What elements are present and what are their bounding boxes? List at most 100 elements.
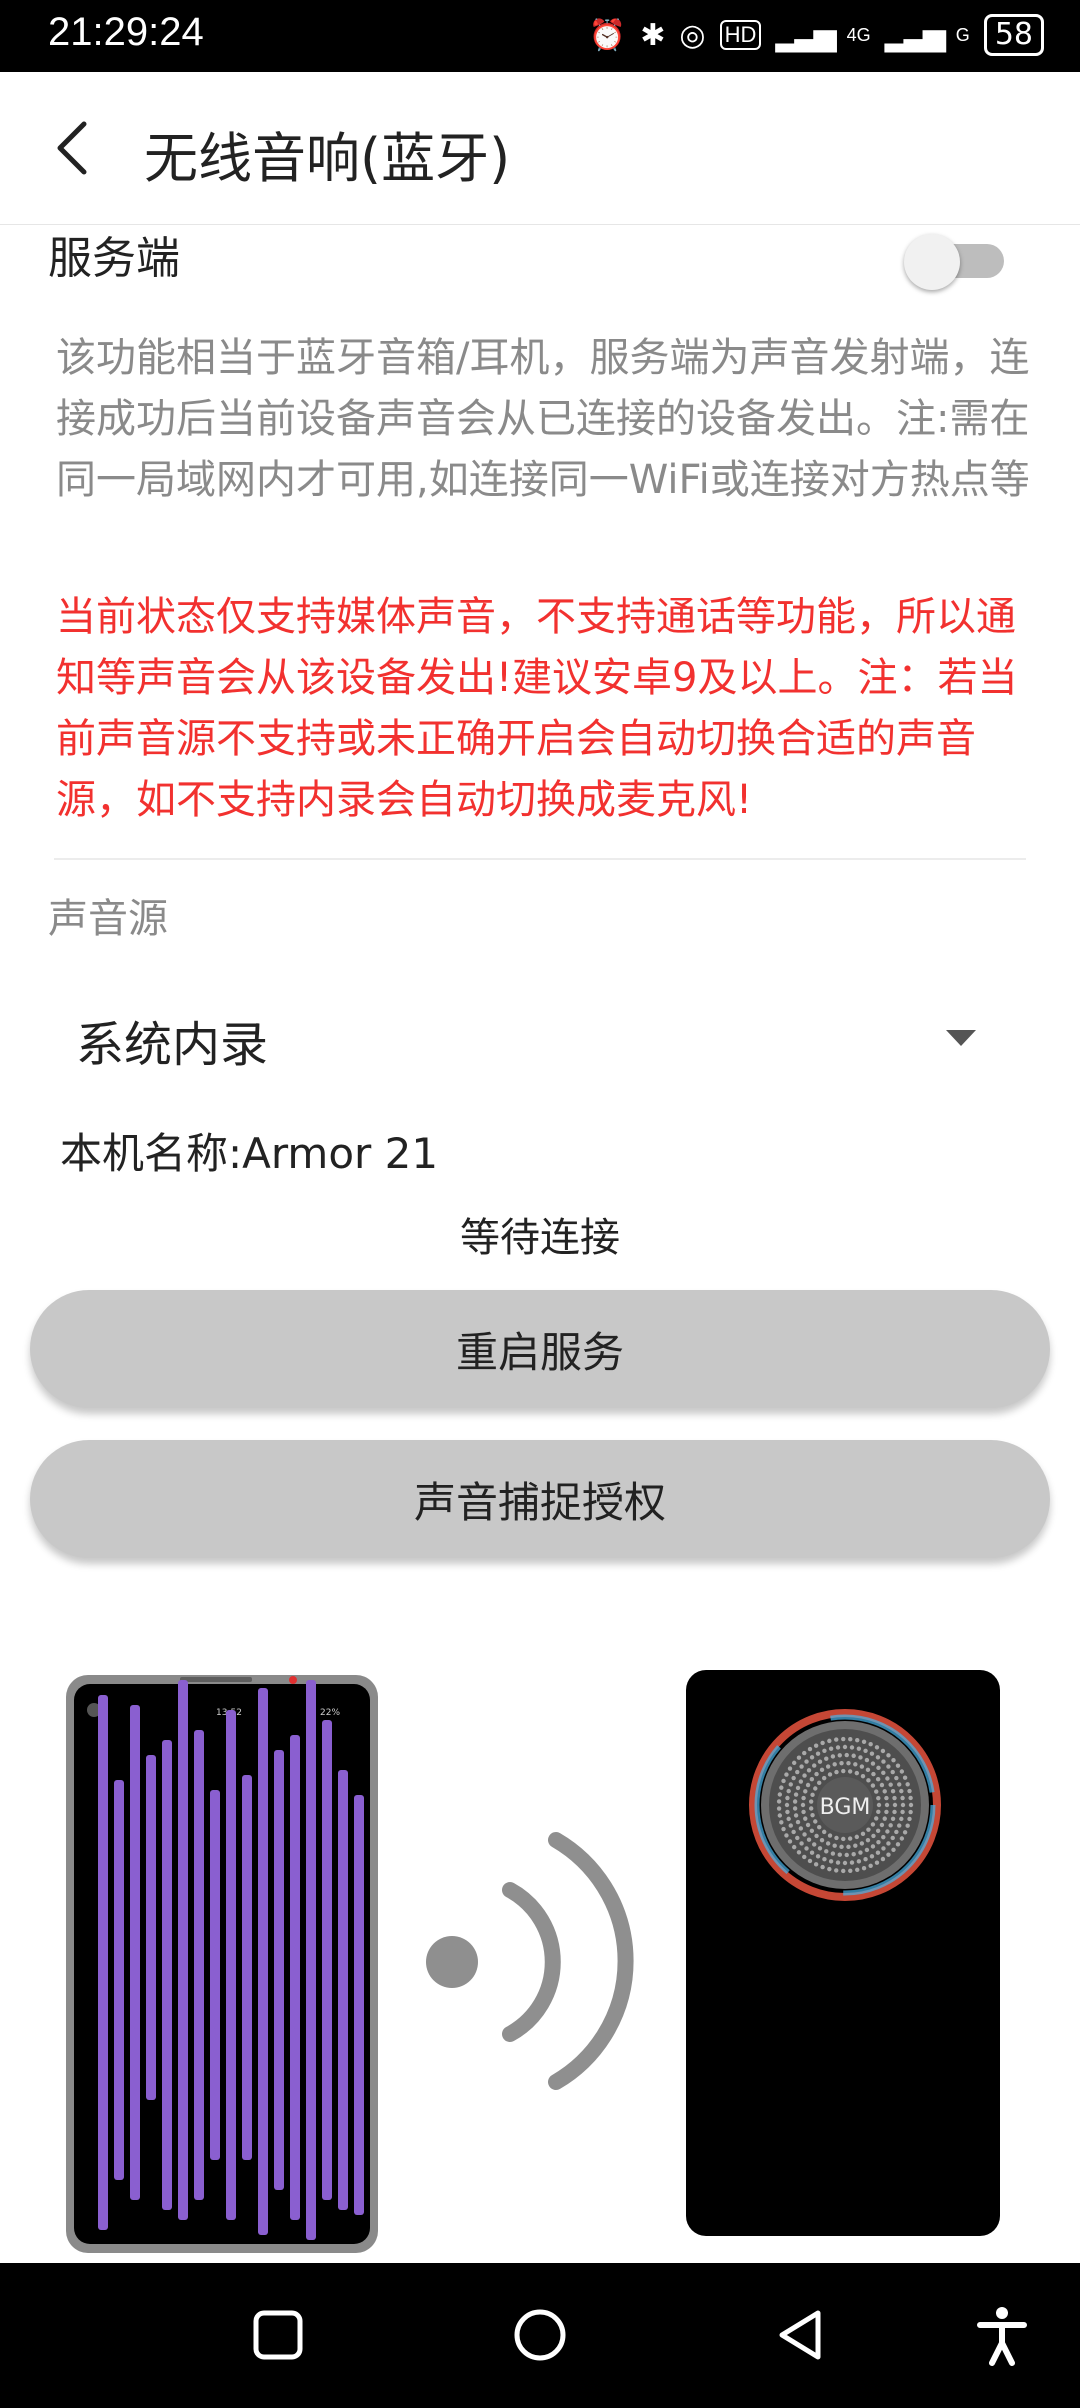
grill-dot xyxy=(809,1828,815,1833)
audio-bar xyxy=(194,1730,204,2200)
grill-dot xyxy=(792,1799,798,1804)
restart-service-button[interactable]: 重启服务 xyxy=(30,1290,1050,1408)
grill-dot xyxy=(875,1828,881,1833)
grill-dot xyxy=(784,1772,789,1777)
grill-dot xyxy=(834,1769,839,1775)
grill-dot xyxy=(817,1824,822,1830)
status-time: 21:29:24 xyxy=(48,10,204,54)
grill-dot xyxy=(870,1783,876,1788)
grill-dot xyxy=(886,1841,891,1846)
grill-dot xyxy=(781,1826,786,1832)
audio-bars xyxy=(98,1680,364,2240)
grill-dot xyxy=(779,1785,784,1790)
grill-dot xyxy=(813,1862,819,1867)
grill-dot xyxy=(777,1813,783,1818)
grill-dot xyxy=(796,1850,802,1855)
hd-icon: HD xyxy=(719,20,762,50)
signal-waves-icon xyxy=(426,1832,634,2090)
grill-dot xyxy=(809,1755,815,1760)
grill-dot xyxy=(802,1832,807,1837)
grill-dot xyxy=(858,1850,863,1855)
grill-dot xyxy=(900,1802,906,1808)
grill-dot xyxy=(834,1737,839,1742)
navigation-bar xyxy=(0,2263,1080,2408)
grill-dot xyxy=(784,1833,789,1838)
grill-dot xyxy=(899,1836,905,1841)
phone-illustration: 13:52 22% xyxy=(66,1675,378,2253)
grill-dot xyxy=(809,1850,815,1855)
grill-dot xyxy=(841,1768,846,1774)
home-button[interactable] xyxy=(508,2303,572,2367)
grill-dot xyxy=(853,1762,858,1767)
audio-bar xyxy=(146,1755,156,2100)
grill-dot xyxy=(888,1823,893,1828)
audio-bar xyxy=(162,1740,172,2210)
grill-dot xyxy=(859,1764,865,1769)
grill-dot xyxy=(847,1769,853,1774)
grill-dot xyxy=(855,1867,860,1873)
grill-dot xyxy=(854,1770,860,1776)
grill-dot xyxy=(800,1802,806,1808)
grill-dot xyxy=(876,1765,881,1771)
grill-dot xyxy=(868,1741,873,1747)
grill-dot xyxy=(846,1844,851,1850)
grill-dot xyxy=(899,1769,905,1774)
grill-dot xyxy=(861,1739,867,1745)
back-icon xyxy=(779,2310,821,2360)
grill-dot xyxy=(787,1839,793,1844)
grill-dot xyxy=(884,1802,890,1808)
server-toggle[interactable] xyxy=(904,230,1004,290)
grill-dot xyxy=(848,1868,853,1873)
grill-dot xyxy=(791,1760,797,1766)
status-bar: 21:29:24 ⏰ ✱ ◎ HD ▂▃▅ 4G ▂▃▅ G 58 xyxy=(0,0,1080,72)
grill-dot xyxy=(856,1859,862,1864)
grill-dot xyxy=(870,1844,876,1849)
grill-dot xyxy=(802,1773,807,1778)
status-icons: ⏰ ✱ ◎ HD ▂▃▅ 4G ▂▃▅ G 58 xyxy=(589,14,1044,56)
back-button[interactable] xyxy=(44,112,100,184)
grill-dot xyxy=(822,1748,827,1753)
grill-dot xyxy=(795,1769,800,1775)
audio-capture-permission-button[interactable]: 声音捕捉授权 xyxy=(30,1440,1050,1558)
grill-dot xyxy=(882,1789,887,1794)
grill-dot xyxy=(876,1809,881,1815)
grill-dot xyxy=(834,1868,839,1873)
audio-bar xyxy=(178,1680,188,2220)
recents-button[interactable] xyxy=(246,2303,310,2367)
phone-battery: 22% xyxy=(320,1708,340,1718)
grill-dot xyxy=(864,1757,870,1763)
grill-dot xyxy=(793,1792,799,1797)
home-icon xyxy=(514,2309,566,2361)
grill-dot xyxy=(791,1775,796,1781)
grill-dot xyxy=(870,1822,876,1827)
audio-bar xyxy=(354,1795,364,2215)
nav-back-button[interactable] xyxy=(770,2303,834,2367)
grill-dot xyxy=(812,1842,817,1847)
audio-bar xyxy=(226,1710,236,2220)
grill-dot xyxy=(865,1837,871,1843)
grill-dot xyxy=(899,1816,904,1822)
grill-dot xyxy=(820,1864,825,1870)
accessibility-icon xyxy=(977,2307,1027,2366)
grill-dot xyxy=(827,1738,832,1744)
grill-dot xyxy=(859,1841,865,1846)
grill-dot xyxy=(834,1835,839,1841)
grill-dot xyxy=(776,1806,782,1811)
grill-dot xyxy=(813,1786,818,1791)
grill-dot xyxy=(868,1863,873,1869)
source-select[interactable]: 系统内录 xyxy=(56,990,1016,1090)
grill-dot xyxy=(785,1809,790,1815)
page-title: 无线音响(蓝牙) xyxy=(144,127,511,190)
signal-icon: ▂▃▅ xyxy=(884,17,946,53)
grill-dot xyxy=(891,1758,896,1763)
grill-dot xyxy=(860,1773,866,1779)
alarm-icon: ⏰ xyxy=(588,17,627,53)
grill-dot xyxy=(884,1809,889,1815)
grill-dot xyxy=(888,1782,893,1787)
accessibility-button[interactable] xyxy=(970,2303,1034,2367)
dropdown-arrow-icon xyxy=(946,1030,976,1046)
source-selected-value: 系统内录 xyxy=(76,1017,269,1073)
grill-dot xyxy=(812,1763,817,1768)
audio-bar xyxy=(322,1720,332,2200)
grill-dot xyxy=(900,1795,905,1801)
